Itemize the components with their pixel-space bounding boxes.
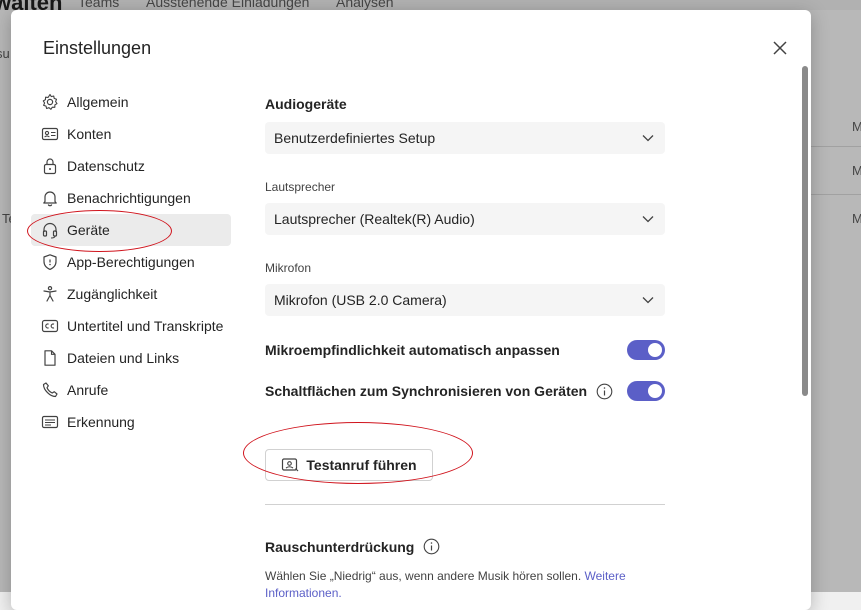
nav-item-untertitel[interactable]: Untertitel und Transkripte: [31, 310, 231, 342]
headset-icon: [41, 221, 59, 239]
nav-item-label: Geräte: [67, 222, 110, 238]
mic-sensitivity-toggle[interactable]: [627, 340, 665, 360]
nav-item-erkennung[interactable]: Erkennung: [31, 406, 231, 438]
microphone-dropdown[interactable]: Mikrofon (USB 2.0 Camera): [265, 284, 665, 316]
nav-item-datenschutz[interactable]: Datenschutz: [31, 150, 231, 182]
nav-item-label: App-Berechtigungen: [67, 254, 195, 270]
dialog-title: Einstellungen: [43, 38, 152, 58]
nav-item-label: Datenschutz: [67, 158, 145, 174]
test-call-label: Testanruf führen: [306, 457, 417, 473]
close-button[interactable]: [769, 37, 791, 59]
noise-description-text: Wählen Sie „Niedrig“ aus, wenn andere Mu…: [265, 569, 582, 583]
nav-item-zugaenglichkeit[interactable]: Zugänglichkeit: [31, 278, 231, 310]
section-divider: [265, 504, 665, 505]
device-sync-toggle[interactable]: [627, 381, 665, 401]
gear-icon: [41, 93, 59, 111]
nav-item-geraete[interactable]: Geräte: [31, 214, 231, 246]
toggle-knob: [648, 343, 662, 357]
chevron-down-icon: [642, 135, 654, 142]
speaker-label: Lautsprecher: [265, 180, 336, 194]
nav-item-allgemein[interactable]: Allgemein: [31, 86, 231, 118]
info-icon[interactable]: [423, 538, 440, 555]
device-sync-label: Schaltflächen zum Synchronisieren von Ge…: [265, 383, 588, 399]
nav-item-benachrichtigungen[interactable]: Benachrichtigungen: [31, 182, 231, 214]
settings-dialog: Einstellungen Allgemein Konten Datenschu…: [11, 10, 811, 610]
dropdown-value: Benutzerdefiniertes Setup: [274, 130, 436, 146]
noise-suppression-description: Wählen Sie „Niedrig“ aus, wenn andere Mu…: [265, 568, 665, 602]
audio-setup-dropdown[interactable]: Benutzerdefiniertes Setup: [265, 122, 665, 154]
nav-item-app-berechtigungen[interactable]: App-Berechtigungen: [31, 246, 231, 278]
dropdown-value: Lautsprecher (Realtek(R) Audio): [274, 211, 475, 227]
nav-item-konten[interactable]: Konten: [31, 118, 231, 150]
device-sync-row: Schaltflächen zum Synchronisieren von Ge…: [265, 379, 665, 403]
close-icon: [773, 41, 787, 55]
nav-item-label: Erkennung: [67, 414, 135, 430]
microphone-label: Mikrofon: [265, 261, 312, 275]
toggle-knob: [648, 384, 662, 398]
test-call-icon: [282, 458, 299, 472]
nav-item-anrufe[interactable]: Anrufe: [31, 374, 231, 406]
mic-sensitivity-label: Mikroempfindlichkeit automatisch anpasse…: [265, 342, 560, 358]
nav-item-label: Benachrichtigungen: [67, 190, 191, 206]
cc-icon: [41, 317, 59, 335]
device-sync-label-wrap: Schaltflächen zum Synchronisieren von Ge…: [265, 383, 613, 400]
nav-item-label: Zugänglichkeit: [67, 286, 158, 302]
nav-item-label: Konten: [67, 126, 112, 142]
id-card-icon: [41, 125, 59, 143]
chevron-down-icon: [642, 297, 654, 304]
file-icon: [41, 349, 59, 367]
bell-icon: [41, 189, 59, 207]
speaker-dropdown[interactable]: Lautsprecher (Realtek(R) Audio): [265, 203, 665, 235]
nav-item-label: Anrufe: [67, 382, 109, 398]
shield-icon: [41, 253, 59, 271]
nav-item-label: Allgemein: [67, 94, 129, 110]
noise-suppression-title-wrap: Rauschunterdrückung: [265, 538, 440, 555]
mic-sensitivity-row: Mikroempfindlichkeit automatisch anpasse…: [265, 338, 665, 362]
accessibility-icon: [41, 285, 59, 303]
nav-item-label: Untertitel und Transkripte: [67, 318, 224, 334]
noise-suppression-title: Rauschunterdrückung: [265, 538, 415, 555]
lock-icon: [41, 157, 59, 175]
nav-item-dateien[interactable]: Dateien und Links: [31, 342, 231, 374]
chevron-down-icon: [642, 216, 654, 223]
phone-icon: [41, 381, 59, 399]
text-recognition-icon: [41, 413, 59, 431]
dropdown-value: Mikrofon (USB 2.0 Camera): [274, 292, 447, 308]
settings-nav: Allgemein Konten Datenschutz Benachricht…: [31, 86, 231, 438]
scrollbar-thumb[interactable]: [802, 66, 808, 396]
audio-devices-title: Audiogeräte: [265, 96, 347, 112]
nav-item-label: Dateien und Links: [67, 350, 180, 366]
info-icon[interactable]: [596, 383, 613, 400]
test-call-button[interactable]: Testanruf führen: [265, 449, 433, 481]
